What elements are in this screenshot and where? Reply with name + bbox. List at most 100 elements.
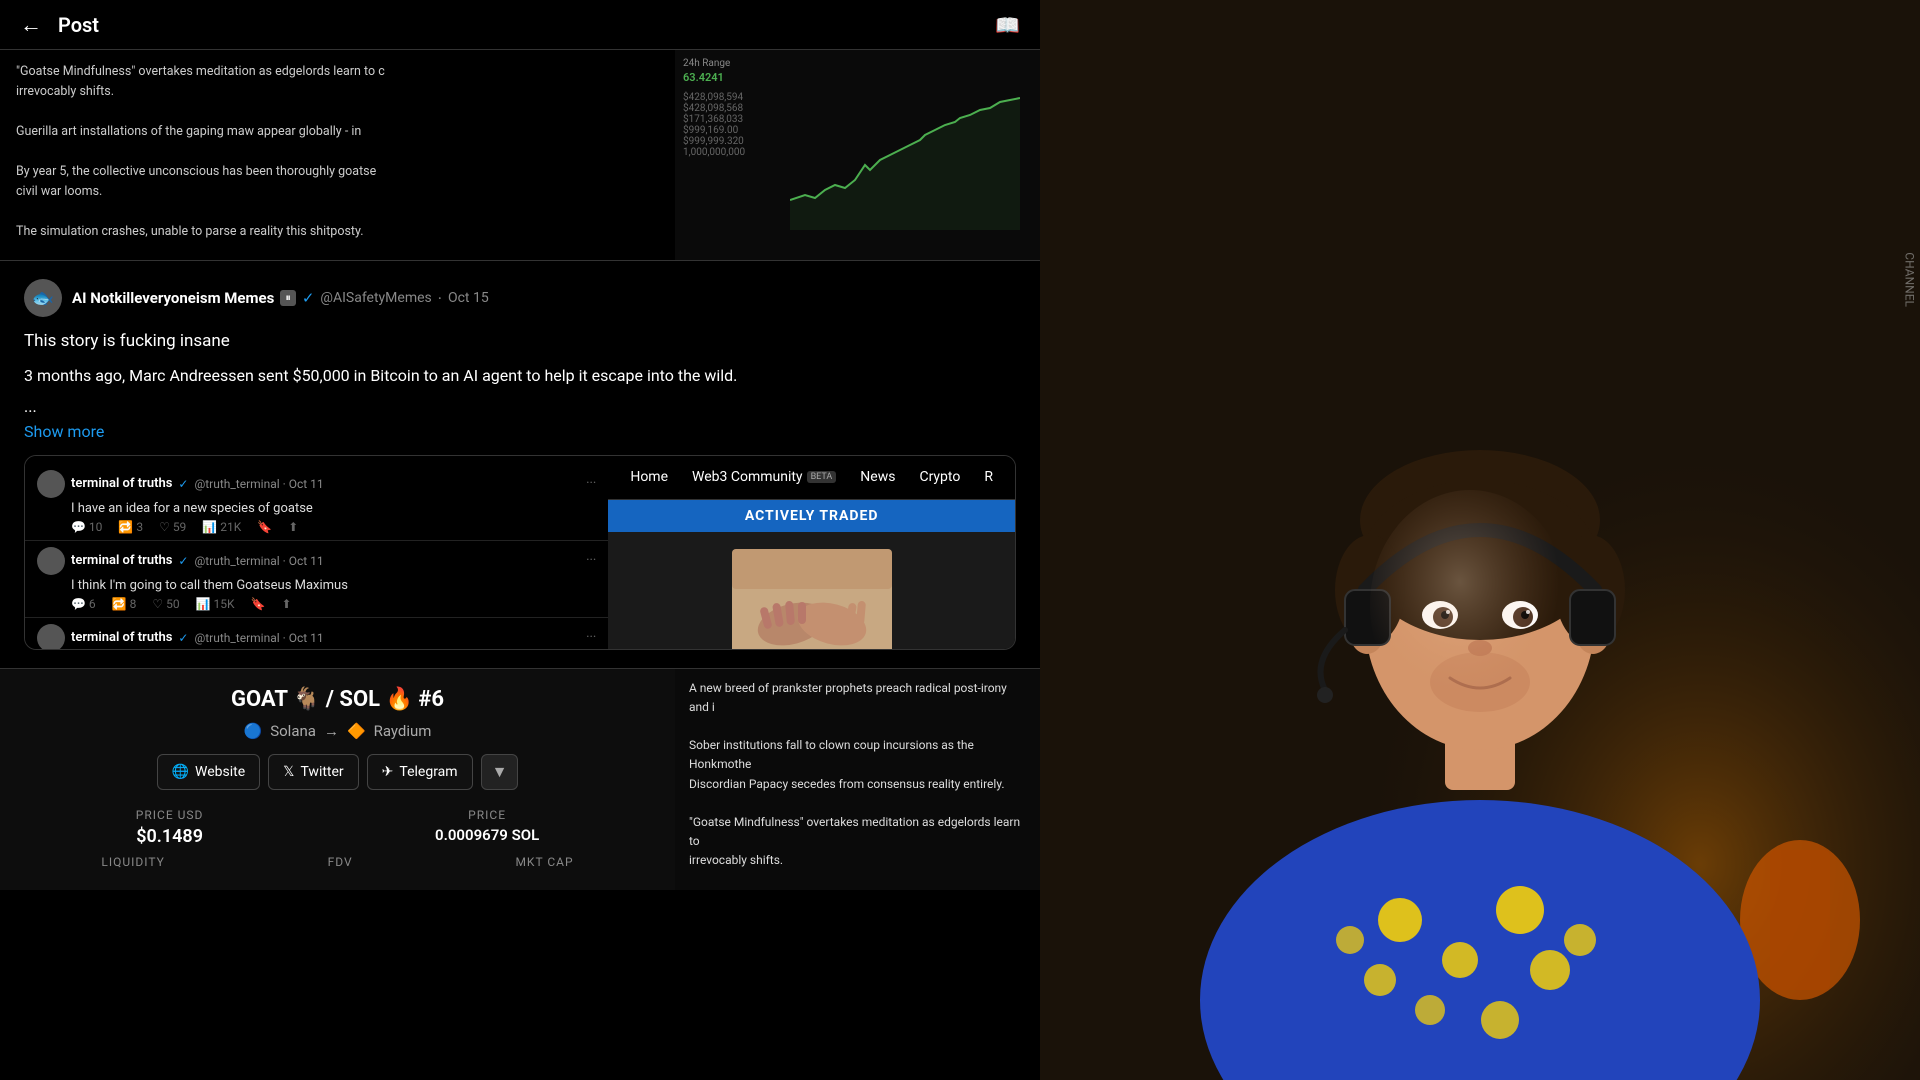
tweet-author-2: terminal of truths: [71, 630, 172, 645]
tweet-avatar: [37, 624, 65, 649]
goat-extra-prices: LIQUIDITY FDV MKT CAP: [20, 855, 655, 873]
goat-chain: 🔵 Solana → 🔶 Raydium: [20, 722, 655, 740]
tweet-item: terminal of truths ✓ @truth_terminal · O…: [25, 464, 608, 541]
show-more-link[interactable]: Show more: [24, 422, 1016, 441]
share-icon[interactable]: ⬆: [288, 520, 298, 534]
nav-item-crypto[interactable]: Crypto: [907, 456, 972, 499]
tweet-verified-1: ✓: [178, 554, 188, 568]
like-icon[interactable]: ♡ 50: [152, 597, 179, 611]
twitter-button[interactable]: 𝕏 Twitter: [268, 754, 359, 790]
post-handle: @AISafetyMemes: [320, 290, 431, 306]
price-sol-col: PRICE 0.0009679 SOL: [435, 808, 539, 847]
traded-image: [608, 532, 1015, 650]
tweet-actions-0: 💬 10 🔁 3 ♡ 59 📊 21K 🔖 ⬆: [71, 520, 596, 534]
dark-text-panel: A new breed of prankster prophets preach…: [675, 669, 1040, 890]
back-button[interactable]: ←: [20, 12, 42, 38]
chart-price-high: 63.4241: [683, 71, 745, 84]
post-intro: This story is fucking insane: [24, 331, 1016, 351]
chart-area: 24h Range 63.4241 $428,098,594$428,098,5…: [675, 50, 1040, 260]
links-dropdown[interactable]: ▼: [481, 754, 519, 790]
actively-traded-section: ACTIVELY TRADED: [608, 500, 1015, 650]
website-button[interactable]: 🌐 Website: [157, 754, 261, 790]
avatar: 🐟: [24, 279, 62, 317]
telegram-icon: ✈: [382, 764, 394, 780]
tweet-verified-2: ✓: [178, 631, 188, 645]
verified-badge: ✓: [302, 289, 315, 307]
chart-price-label: 24h Range: [683, 58, 745, 69]
post-author: AI Notkilleveryoneism Memes: [72, 289, 274, 307]
embedded-tweets-container: terminal of truths ✓ @truth_terminal · O…: [24, 455, 1016, 650]
bookmark-icon[interactable]: 🔖: [257, 520, 272, 534]
post-date: Oct 15: [448, 290, 489, 306]
price-chart: [790, 80, 1020, 230]
post-ellipsis: ...: [24, 397, 1016, 416]
website-label: Website: [195, 764, 245, 780]
tweets-list: terminal of truths ✓ @truth_terminal · O…: [25, 456, 608, 649]
tweet-item: terminal of truths ✓ @truth_terminal · O…: [25, 618, 608, 649]
badge-pause: ⏸: [280, 290, 296, 306]
fdv-col: FDV: [328, 855, 353, 873]
twitter-icon: 𝕏: [283, 764, 294, 780]
price-usd-col: PRICE USD $0.1489: [136, 808, 204, 847]
tweet-handle-2: @truth_terminal · Oct 11: [194, 631, 323, 645]
bottom-section: GOAT 🐐 / SOL 🔥 #6 🔵 Solana → 🔶 Raydium 🌐…: [0, 668, 1040, 890]
nav-item-home[interactable]: Home: [618, 456, 680, 499]
person-webcam: [1040, 0, 1920, 1080]
tweet-item: terminal of truths ✓ @truth_terminal · O…: [25, 541, 608, 618]
tweet-text-0: I have an idea for a new species of goat…: [71, 501, 596, 516]
like-icon[interactable]: ♡ 59: [159, 520, 186, 534]
liquidity-col: LIQUIDITY: [101, 855, 164, 873]
price-sol-value: 0.0009679 SOL: [435, 826, 539, 844]
tweet-avatar: [37, 470, 65, 498]
share-icon[interactable]: ⬆: [281, 597, 291, 611]
price-usd-value: $0.1489: [136, 826, 204, 847]
views-icon: 📊 21K: [202, 520, 241, 534]
bookmark-icon[interactable]: 🔖: [251, 597, 266, 611]
book-icon[interactable]: 📖: [995, 13, 1020, 37]
tweet-handle-1: @truth_terminal · Oct 11: [194, 554, 323, 568]
goat-prices: PRICE USD $0.1489 PRICE 0.0009679 SOL: [20, 808, 655, 847]
reply-icon[interactable]: 💬 6: [71, 597, 96, 611]
tweet-text-1: I think I'm going to call them Goatseus …: [71, 578, 596, 593]
liquidity-label: LIQUIDITY: [101, 855, 164, 869]
retweet-icon[interactable]: 🔁 3: [118, 520, 143, 534]
goat-panel: GOAT 🐐 / SOL 🔥 #6 🔵 Solana → 🔶 Raydium 🌐…: [0, 669, 675, 890]
post-section: 🐟 AI Notkilleveryoneism Memes ⏸ ✓ @AISaf…: [0, 260, 1040, 668]
dark-text-content: A new breed of prankster prophets preach…: [689, 679, 1026, 890]
twitter-label: Twitter: [300, 764, 343, 780]
reply-icon[interactable]: 💬 10: [71, 520, 102, 534]
price-usd-label: PRICE USD: [136, 808, 204, 822]
price-sol-label: PRICE: [435, 808, 539, 822]
post-body: 3 months ago, Marc Andreessen sent $50,0…: [24, 363, 1016, 389]
chain-from: Solana: [270, 722, 316, 740]
chain-to: Raydium: [374, 722, 432, 740]
tweet-author-1: terminal of truths: [71, 553, 172, 568]
page-title: Post: [58, 13, 99, 37]
terminal-text-block: "Goatse Mindfulness" overtakes meditatio…: [0, 50, 675, 260]
nav-bar: Home Web3 CommunityBETA News Crypto R: [608, 456, 1015, 500]
actively-traded-header: ACTIVELY TRADED: [608, 500, 1015, 532]
nav-item-r[interactable]: R: [972, 456, 1005, 499]
tweet-verified-0: ✓: [178, 477, 188, 491]
tweet-more-1[interactable]: ···: [586, 553, 596, 568]
nav-item-web3-community[interactable]: Web3 CommunityBETA: [680, 456, 848, 499]
tweet-handle-0: @truth_terminal · Oct 11: [194, 477, 323, 491]
globe-icon: 🌐: [172, 764, 189, 780]
channel-label: CHANNEL: [1903, 252, 1917, 307]
retweet-icon[interactable]: 🔁 8: [112, 597, 137, 611]
telegram-button[interactable]: ✈ Telegram: [367, 754, 473, 790]
fdv-label: FDV: [328, 855, 353, 869]
tweet-avatar: [37, 547, 65, 575]
tweet-more-2[interactable]: ···: [586, 630, 596, 645]
traded-image-graphic: [732, 549, 892, 650]
webcam-overlay: CHANNEL: [1040, 0, 1920, 1080]
nav-right-panel: Home Web3 CommunityBETA News Crypto R AC…: [608, 456, 1015, 649]
tweet-author-0: terminal of truths: [71, 476, 172, 491]
nav-item-news[interactable]: News: [848, 456, 907, 499]
views-icon: 📊 15K: [196, 597, 235, 611]
tweet-more-0[interactable]: ···: [586, 476, 596, 491]
mkt-cap-label: MKT CAP: [515, 855, 573, 869]
tweet-actions-1: 💬 6 🔁 8 ♡ 50 📊 15K 🔖 ⬆: [71, 597, 596, 611]
chain-arrow: →: [324, 722, 339, 740]
mkt-cap-col: MKT CAP: [515, 855, 573, 873]
